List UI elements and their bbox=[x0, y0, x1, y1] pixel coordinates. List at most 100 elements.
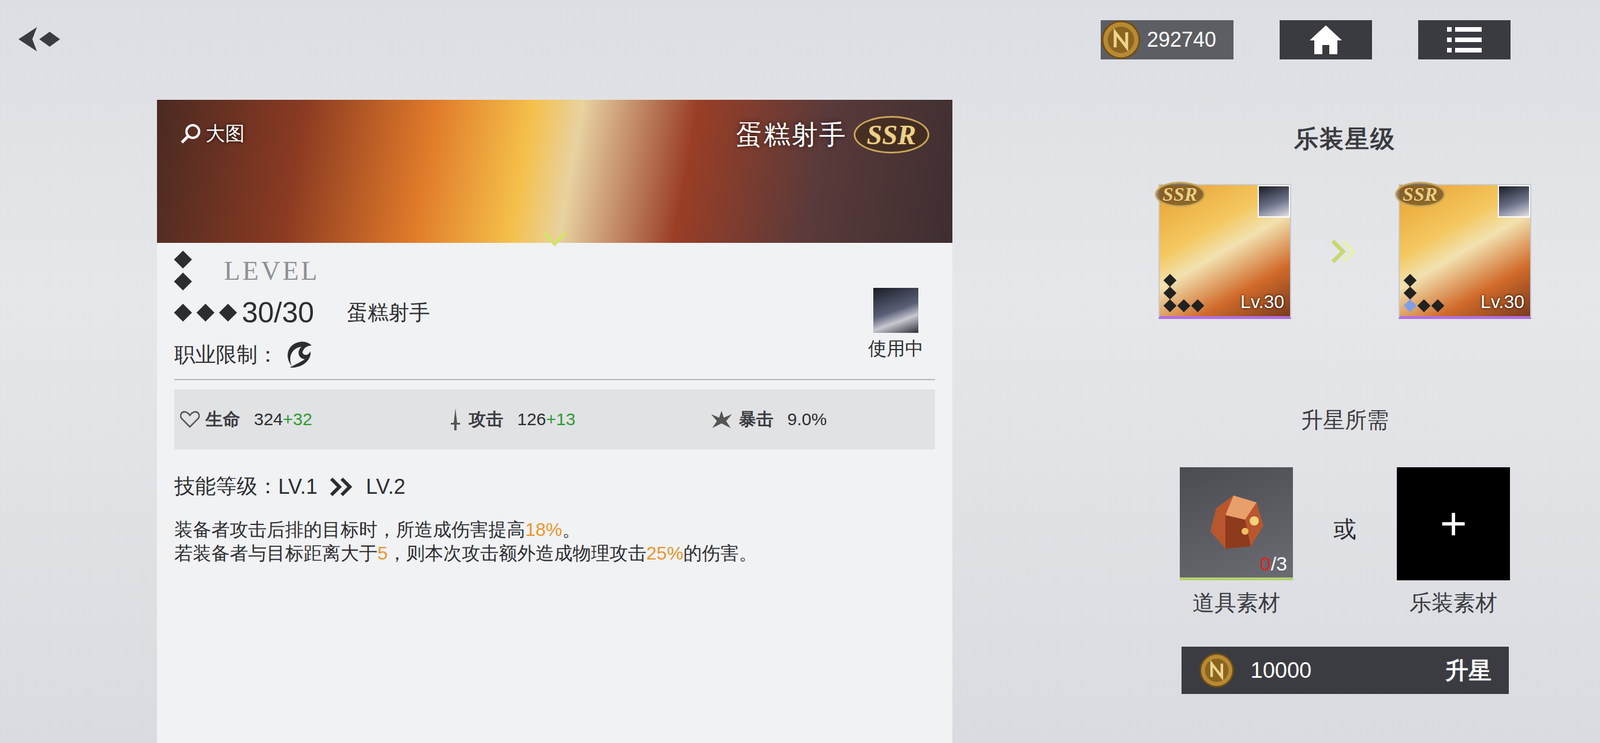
description-line: 若装备者与目标距离大于5，则本次攻击额外造成物理攻击25%的伤害。 bbox=[174, 541, 936, 566]
level-value: 30/30 bbox=[241, 296, 314, 330]
gear-material-label: 乐装素材 bbox=[1409, 588, 1498, 619]
banner-title: 蛋糕射手 SSR bbox=[735, 116, 930, 154]
star-diamond bbox=[196, 303, 215, 322]
item-material[interactable]: 0/3 道具素材 bbox=[1179, 467, 1293, 619]
star-diamond bbox=[218, 303, 237, 322]
zoom-button[interactable]: 大图 bbox=[180, 120, 245, 148]
rarity-badge: SSR bbox=[1154, 181, 1206, 208]
coin-icon bbox=[1100, 19, 1142, 61]
crit-icon bbox=[709, 409, 734, 430]
class-restriction: 职业限制： bbox=[174, 339, 431, 370]
rarity-badge: SSR bbox=[853, 116, 930, 154]
zoom-label: 大图 bbox=[205, 120, 245, 148]
home-button[interactable] bbox=[1279, 20, 1373, 60]
stat-label: 生命 bbox=[205, 408, 241, 432]
equipment-thumbnail: SSR Lv.30 bbox=[1398, 184, 1532, 320]
requirement-title: 升星所需 bbox=[1301, 405, 1389, 436]
thumbnail-stars bbox=[1165, 275, 1203, 311]
stat-item: 攻击 126 +13 bbox=[447, 408, 710, 432]
star-diamond bbox=[1163, 286, 1177, 301]
skill-label: 技能等级： bbox=[174, 472, 279, 502]
equipment-thumbnail: SSR Lv.30 bbox=[1158, 184, 1292, 320]
owner-avatar bbox=[1497, 185, 1531, 218]
description-text: ，则本次攻击额外造成物理攻击 bbox=[387, 543, 647, 564]
equipment-title: 蛋糕射手 bbox=[735, 117, 847, 153]
thumbnail-level: Lv.30 bbox=[1240, 291, 1285, 313]
thumbnail-stars bbox=[1405, 275, 1443, 311]
divider bbox=[174, 379, 936, 381]
item-count: 0/3 bbox=[1260, 552, 1288, 576]
skill-to: LV.2 bbox=[365, 475, 406, 500]
upgrade-label: 升星 bbox=[1445, 655, 1492, 687]
skill-description: 装备者攻击后排的目标时，所造成伤害提高18%。若装备者与目标距离大于5，则本次攻… bbox=[174, 518, 936, 566]
chevron-down-icon bbox=[541, 230, 568, 248]
stat-value: 9.0% bbox=[787, 409, 827, 430]
back-arrow-icon bbox=[16, 24, 63, 54]
description-text: 5 bbox=[377, 543, 388, 564]
materials: 0/3 道具素材 或 + 乐装素材 bbox=[1179, 467, 1510, 619]
stone-icon bbox=[1198, 485, 1274, 561]
currency-display: 292740 bbox=[1100, 20, 1234, 60]
equipped-by[interactable]: 使用中 bbox=[868, 288, 924, 362]
upgrade-button[interactable]: 10000 升星 bbox=[1181, 647, 1509, 695]
card-body: LEVEL 30/30 蛋糕射手 职业限制： 使用中 生命 324 +32 攻击… bbox=[156, 243, 953, 566]
add-symbol: + bbox=[1440, 501, 1468, 548]
star-panel-title: 乐装星级 bbox=[1294, 122, 1396, 156]
star-diamond bbox=[1177, 299, 1191, 313]
equipment-banner: 大图 蛋糕射手 SSR bbox=[156, 99, 953, 244]
star-diamond bbox=[1403, 299, 1418, 313]
star-compare: SSR Lv.30 SSR Lv.30 bbox=[1158, 184, 1532, 320]
gear-slot[interactable]: + bbox=[1396, 467, 1510, 581]
star-diamond bbox=[1417, 299, 1431, 313]
list-icon bbox=[1447, 25, 1482, 54]
equipment-name: 蛋糕射手 bbox=[346, 298, 431, 328]
item-material-label: 道具素材 bbox=[1192, 588, 1281, 619]
equipped-label: 使用中 bbox=[868, 336, 924, 362]
description-text: 若装备者与目标距离大于 bbox=[174, 543, 378, 564]
class-icon bbox=[281, 339, 314, 370]
heart-icon bbox=[180, 410, 200, 429]
description-text: 的伤害。 bbox=[683, 543, 758, 564]
level-word: LEVEL bbox=[223, 255, 320, 287]
star-panel: 乐装星级 SSR Lv.30 SSR Lv.30 升星所需 0/3 道具素材 或… bbox=[1119, 99, 1570, 743]
home-icon bbox=[1308, 24, 1344, 56]
description-line: 装备者攻击后排的目标时，所造成伤害提高18%。 bbox=[174, 518, 936, 542]
character-avatar bbox=[873, 288, 919, 334]
stat-label: 暴击 bbox=[738, 408, 774, 432]
skill-level: 技能等级： LV.1 LV.2 bbox=[174, 472, 936, 502]
coin-icon bbox=[1198, 652, 1235, 689]
skill-from: LV.1 bbox=[278, 475, 318, 500]
double-chevron-icon bbox=[329, 477, 355, 497]
description-text: 。 bbox=[562, 519, 581, 541]
equipment-screen: 292740 大图 蛋糕射手 SSR LEVEL 30/30 蛋糕射手 职业限制… bbox=[0, 0, 1600, 743]
stat-bonus: +32 bbox=[282, 409, 313, 430]
back-button[interactable] bbox=[16, 24, 63, 56]
stat-value: 126 bbox=[517, 409, 547, 430]
stat-bonus: +13 bbox=[546, 409, 576, 430]
top-bar: 292740 bbox=[0, 0, 1600, 60]
item-slot[interactable]: 0/3 bbox=[1179, 467, 1293, 581]
star-diamond bbox=[1403, 286, 1418, 301]
star-diamond bbox=[1191, 299, 1205, 313]
card-header: LEVEL 30/30 蛋糕射手 职业限制： 使用中 bbox=[174, 253, 936, 370]
description-text: 18% bbox=[525, 519, 563, 541]
thumbnail-level: Lv.30 bbox=[1480, 291, 1525, 313]
upgrade-cost: 10000 bbox=[1250, 658, 1430, 684]
stats-band: 生命 324 +32 攻击 126 +13 暴击 9.0% bbox=[174, 389, 936, 450]
stat-label: 攻击 bbox=[468, 408, 504, 432]
upgrade-arrow-icon bbox=[1330, 238, 1360, 265]
gear-material[interactable]: + 乐装素材 bbox=[1396, 467, 1510, 619]
or-separator: 或 bbox=[1333, 513, 1357, 546]
star-diamond bbox=[173, 272, 192, 291]
description-text: 装备者攻击后排的目标时，所造成伤害提高 bbox=[174, 519, 526, 541]
star-diamond bbox=[173, 250, 192, 269]
class-label: 职业限制： bbox=[174, 341, 279, 370]
menu-button[interactable] bbox=[1418, 20, 1511, 60]
owner-avatar bbox=[1257, 185, 1291, 218]
stat-item: 生命 324 +32 bbox=[180, 408, 448, 432]
main-area: 大图 蛋糕射手 SSR LEVEL 30/30 蛋糕射手 职业限制： 使用中 生… bbox=[0, 59, 1600, 743]
description-text: 25% bbox=[646, 543, 684, 564]
star-diamond bbox=[1163, 299, 1177, 313]
sword-icon bbox=[447, 408, 463, 432]
stat-value: 324 bbox=[253, 409, 283, 430]
